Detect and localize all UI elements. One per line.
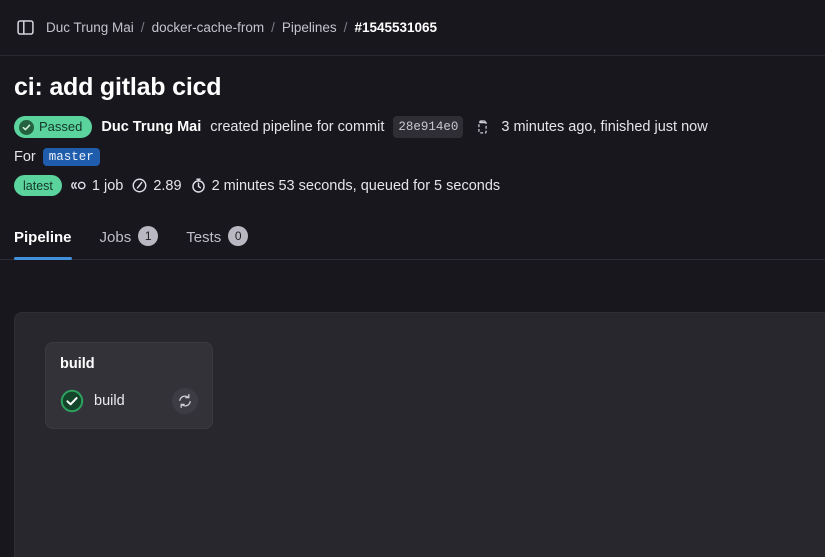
copy-to-clipboard-icon[interactable] [472,117,492,137]
status-badge-label: Passed [39,119,83,134]
gauge-item: 2.89 [131,177,182,194]
pipeline-ref-row: For master [14,148,811,166]
gauge-value: 2.89 [153,177,182,194]
job-item[interactable]: build [60,388,198,414]
breadcrumb-separator: / [271,20,275,35]
latest-badge: latest [14,175,62,196]
commit-sha[interactable]: 28e914e0 [393,116,464,138]
breadcrumb-current-pipeline-id: #1545531065 [354,20,438,35]
jobs-count-item: 1 job [70,177,123,194]
pipeline-status-row: Passed Duc Trung Mai created pipeline fo… [14,116,811,138]
page-title: ci: add gitlab cicd [14,73,222,101]
top-bar: Duc Trung Mai / docker-cache-from / Pipe… [0,0,825,56]
stopwatch-icon [190,177,207,194]
tab-jobs-label: Jobs [99,229,132,246]
pipeline-jobs-icon [70,177,87,194]
sidebar-toggle-icon[interactable] [14,17,36,39]
breadcrumb-item-group[interactable]: Duc Trung Mai [46,20,134,35]
pipeline-action-text: created pipeline for commit [210,119,385,135]
status-success-icon [60,389,84,413]
breadcrumb-separator: / [343,20,348,35]
jobs-count-label: 1 job [91,177,124,194]
tab-tests-badge: 0 [228,226,249,246]
tab-tests-label: Tests [186,229,222,246]
pipeline-tabs: Pipeline Jobs 1 Tests 0 [0,214,825,260]
pipeline-page: Duc Trung Mai / docker-cache-from / Pipe… [0,0,825,557]
status-badge[interactable]: Passed [14,116,93,138]
pipeline-meta-row: latest 1 job 2.89 2 minutes 53 seconds, … [14,175,811,214]
job-name: build [94,393,125,409]
pipeline-graph: build build [14,312,825,557]
tab-jobs[interactable]: Jobs 1 [86,214,173,259]
tab-pipeline-label: Pipeline [14,229,72,246]
tab-jobs-badge: 1 [138,226,159,246]
stage-column-build: build build [45,342,213,429]
duration-item: 2 minutes 53 seconds, queued for 5 secon… [190,177,501,194]
tab-pipeline[interactable]: Pipeline [14,214,86,260]
gauge-icon [131,177,148,194]
retry-icon[interactable] [172,388,198,414]
branch-chip[interactable]: master [42,148,100,166]
breadcrumb-item-project[interactable]: docker-cache-from [152,20,265,35]
pipeline-header: ci: add gitlab cicd Passed Duc Trung Mai… [0,56,825,214]
pipeline-time-text: 3 minutes ago, finished just now [501,119,708,135]
for-label: For [14,149,36,165]
breadcrumb-item-pipelines[interactable]: Pipelines [282,20,337,35]
breadcrumb-separator: / [140,20,145,35]
check-icon [19,119,34,135]
stage-name: build [60,356,95,372]
duration-label: 2 minutes 53 seconds, queued for 5 secon… [211,177,501,194]
pipeline-author[interactable]: Duc Trung Mai [101,117,201,137]
breadcrumb: Duc Trung Mai / docker-cache-from / Pipe… [46,20,437,35]
tab-tests[interactable]: Tests 0 [172,214,262,259]
